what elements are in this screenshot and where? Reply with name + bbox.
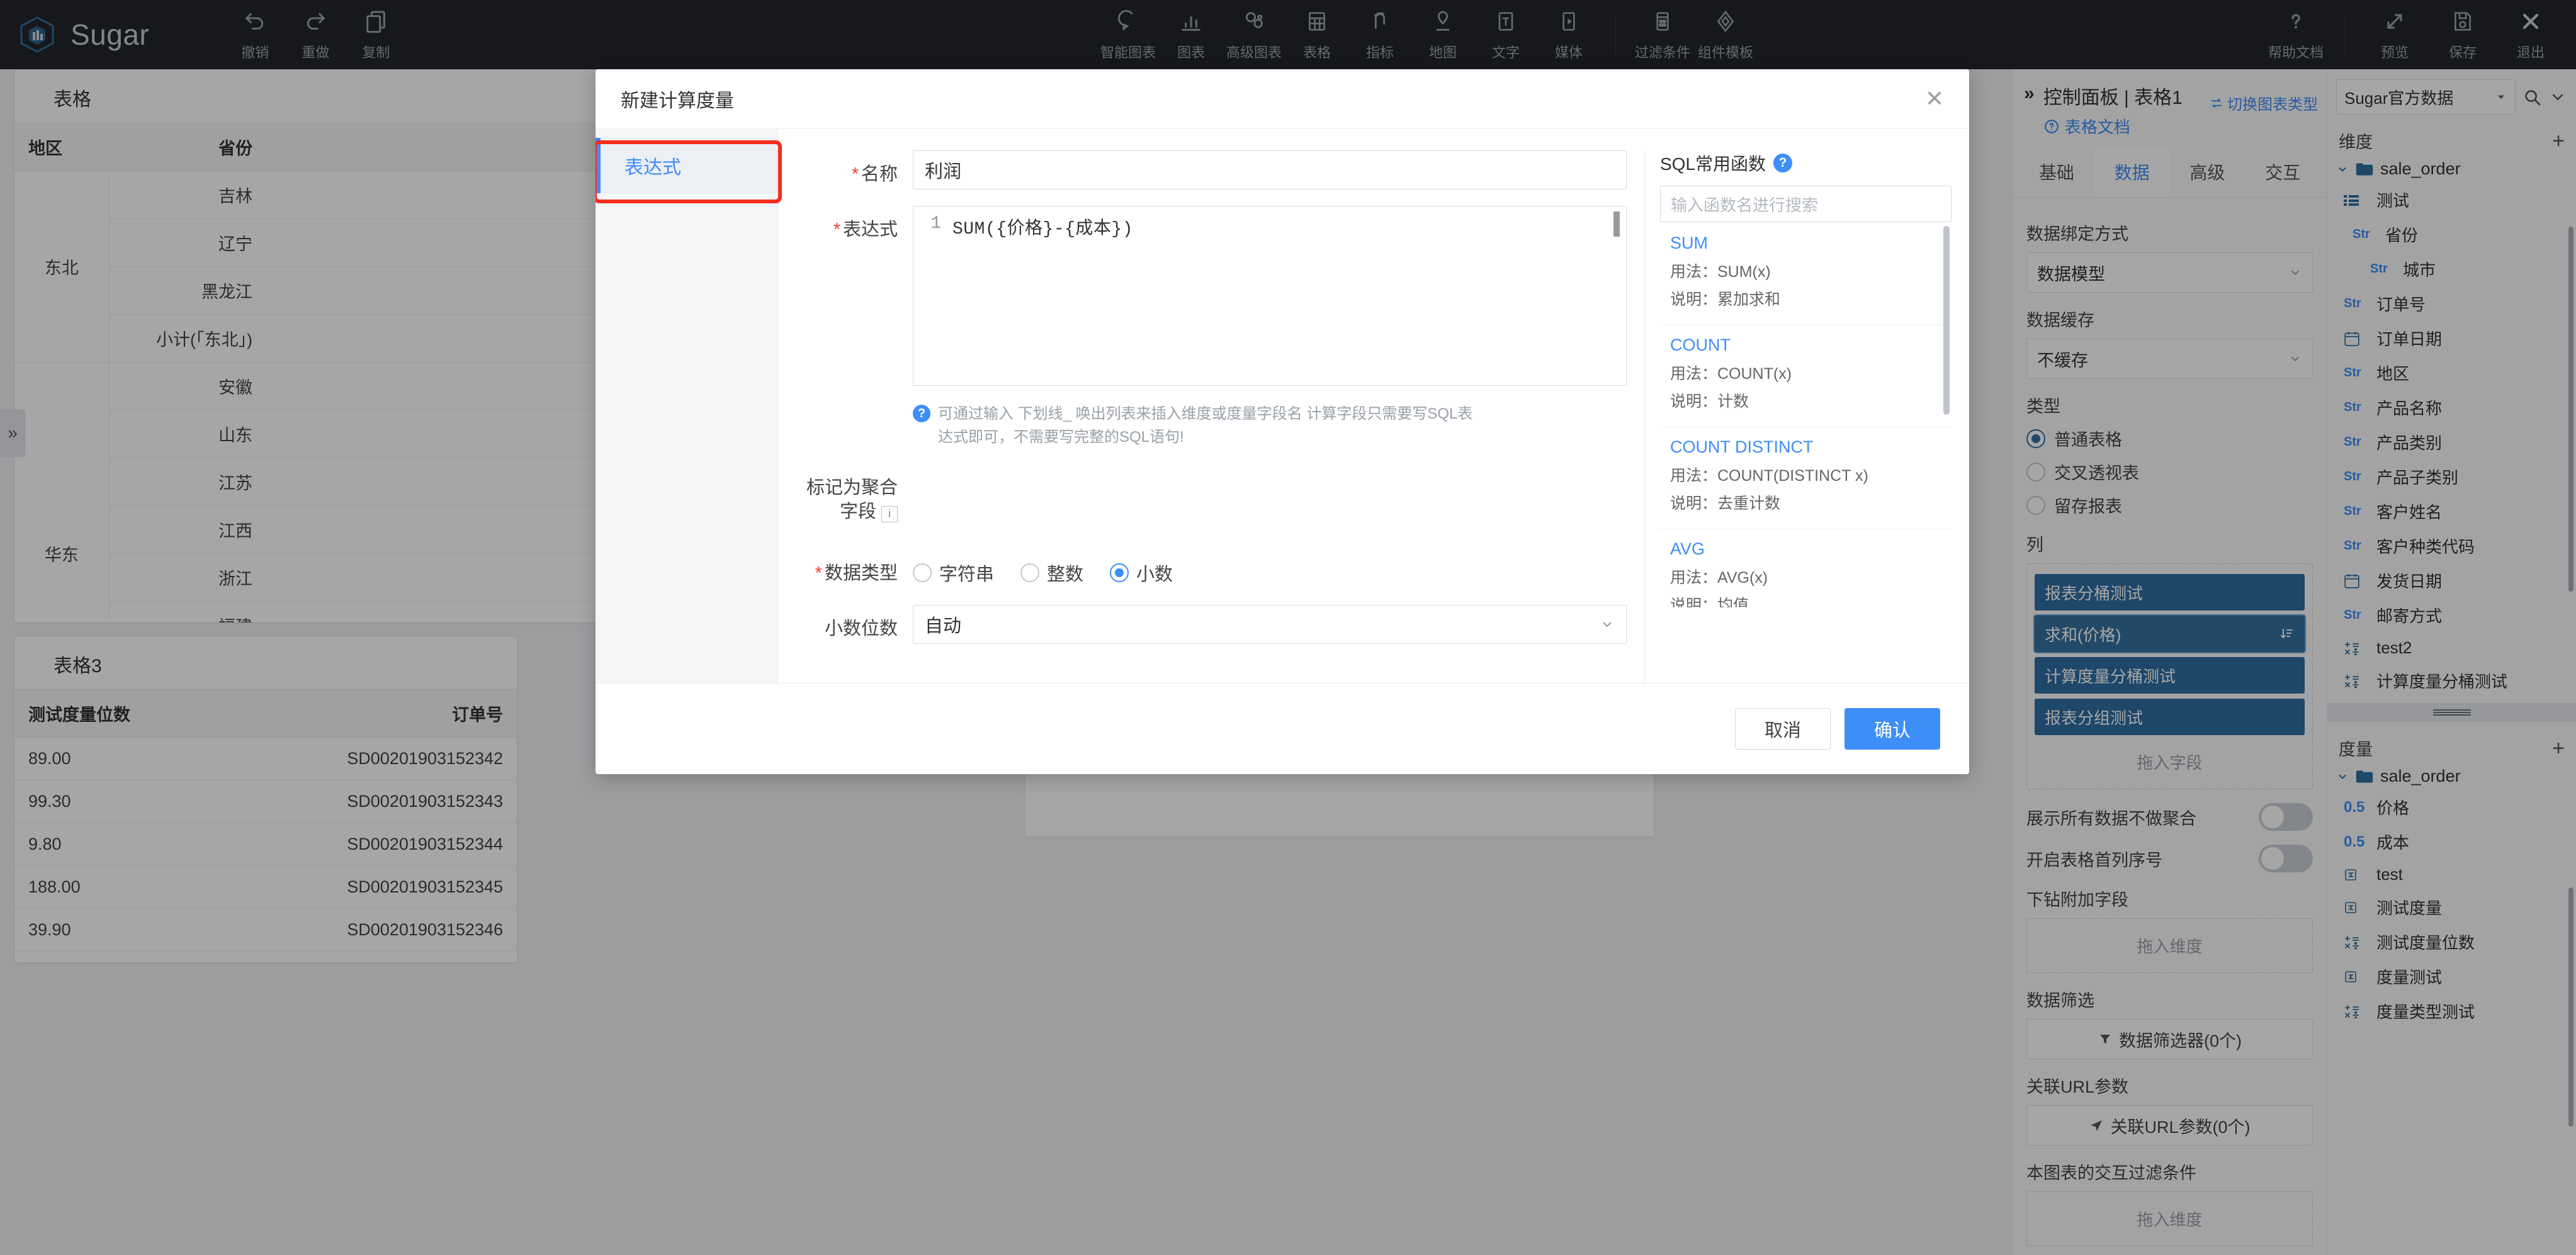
name-label: * 名称 [799, 150, 913, 186]
name-input[interactable]: 利润 [913, 150, 1627, 189]
decimal-value: 自动 [925, 616, 962, 636]
datatype-option-decimal[interactable]: 小数 [1110, 560, 1173, 586]
expression-line: 1 SUM({价格}-{成本}) [913, 206, 1626, 239]
function-desc: 说明：去重计数 [1670, 495, 1781, 512]
required-marker: * [833, 220, 840, 240]
dialog-body: 表达式 * 名称 利润 * 表达式 1 SUM({价格}-{成本}) ? 可通过… [596, 129, 1969, 683]
expression-code: SUM({价格}-{成本}) [952, 220, 1134, 239]
question-icon[interactable]: ? [1773, 154, 1793, 172]
cancel-button[interactable]: 取消 [1735, 708, 1831, 750]
aggregate-label: 标记为聚合字段 i [799, 474, 913, 524]
function-list[interactable]: SUM 用法：SUM(x) 说明：累加求和 COUNT 用法：COUNT(x) … [1660, 223, 1952, 607]
aggregate-field-row: 标记为聚合字段 i [799, 474, 1627, 524]
sql-functions-title: SQL常用函数 ? [1660, 150, 1952, 176]
expression-label: * 表达式 [799, 206, 913, 241]
function-search-placeholder: 输入函数名进行搜索 [1671, 195, 1819, 215]
function-desc: 说明：累加求和 [1670, 291, 1781, 308]
expression-hint: ? 可通过输入 下划线_ 唤出列表来插入维度或度量字段名 计算字段只需要写SQL… [913, 402, 1479, 449]
expression-line-number: 1 [930, 214, 941, 234]
datatype-field-row: * 数据类型 字符串 整数 小数 [799, 552, 1627, 586]
required-marker: * [815, 563, 822, 583]
radio-icon [1020, 563, 1040, 582]
function-desc: 说明：计数 [1670, 393, 1749, 410]
function-usage: 用法：COUNT(x) [1670, 365, 1792, 383]
decimal-field-row: 小数位数 自动 [799, 604, 1627, 644]
function-name: SUM [1670, 234, 1708, 252]
dialog-header: 新建计算度量 ✕ [596, 69, 1969, 129]
chevron-down-icon [1600, 617, 1615, 632]
decimal-label: 小数位数 [824, 618, 898, 639]
function-usage: 用法：COUNT(DISTINCT x) [1670, 467, 1868, 485]
dialog-main: * 名称 利润 * 表达式 1 SUM({价格}-{成本}) ? 可通过输入 下… [778, 129, 1969, 683]
datatype-label-text: 数据类型 [824, 563, 898, 583]
expression-caret [1613, 211, 1620, 237]
datatype-option-label: 字符串 [939, 564, 995, 585]
expression-label-text: 表达式 [842, 220, 898, 240]
datatype-option-label: 小数 [1136, 564, 1173, 585]
info-icon[interactable]: i [881, 505, 898, 522]
decimal-select[interactable]: 自动 [913, 604, 1627, 644]
dialog-nav: 表达式 [596, 129, 782, 683]
function-usage: 用法：AVG(x) [1670, 569, 1768, 587]
function-name: AVG [1670, 539, 1705, 558]
name-label-text: 名称 [861, 164, 898, 184]
sql-functions-panel: SQL常用函数 ? 输入函数名进行搜索 SUM 用法：SUM(x) 说明：累加求… [1644, 150, 1952, 683]
radio-icon [913, 563, 932, 582]
function-entry-count[interactable]: COUNT 用法：COUNT(x) 说明：计数 [1660, 325, 1951, 427]
dialog-footer: 取消 确认 [596, 683, 1969, 774]
function-list-scrollbar[interactable] [1943, 226, 1950, 415]
function-desc: 说明：均值 [1670, 597, 1749, 607]
nav-item-expression[interactable]: 表达式 [596, 138, 777, 193]
name-value: 利润 [925, 162, 962, 182]
datatype-label: * 数据类型 [799, 552, 913, 585]
confirm-button[interactable]: 确认 [1844, 708, 1940, 750]
datatype-option-integer[interactable]: 整数 [1020, 560, 1083, 586]
function-name: COUNT DISTINCT [1670, 437, 1814, 456]
close-icon[interactable]: ✕ [1925, 87, 1944, 110]
datatype-options: 字符串 整数 小数 [913, 552, 1189, 586]
question-icon: ? [913, 405, 930, 422]
datatype-option-label: 整数 [1047, 564, 1084, 585]
required-marker: * [851, 164, 859, 184]
function-entry-count-distinct[interactable]: COUNT DISTINCT 用法：COUNT(DISTINCT x) 说明：去… [1660, 427, 1951, 529]
dialog-form: * 名称 利润 * 表达式 1 SUM({价格}-{成本}) ? 可通过输入 下… [799, 150, 1627, 683]
function-search-input[interactable]: 输入函数名进行搜索 [1660, 186, 1952, 222]
function-entry-avg[interactable]: AVG 用法：AVG(x) 说明：均值 [1660, 529, 1951, 607]
new-calculated-measure-dialog: 新建计算度量 ✕ 表达式 * 名称 利润 * 表达式 1 SUM({价格}-{成本}… [596, 69, 1969, 774]
expression-hint-text: 可通过输入 下划线_ 唤出列表来插入维度或度量字段名 计算字段只需要写SQL表达… [938, 405, 1473, 446]
dialog-title: 新建计算度量 [621, 91, 734, 111]
function-entry-sum[interactable]: SUM 用法：SUM(x) 说明：累加求和 [1660, 223, 1951, 325]
function-usage: 用法：SUM(x) [1670, 263, 1771, 281]
function-name: COUNT [1670, 335, 1731, 354]
name-field-row: * 名称 利润 [799, 150, 1627, 189]
expression-field-row: * 表达式 1 SUM({价格}-{成本}) [799, 206, 1627, 386]
datatype-option-string[interactable]: 字符串 [913, 560, 994, 586]
radio-icon [1110, 563, 1129, 582]
sql-functions-title-text: SQL常用函数 [1660, 154, 1766, 174]
expression-editor[interactable]: 1 SUM({价格}-{成本}) [913, 206, 1627, 386]
